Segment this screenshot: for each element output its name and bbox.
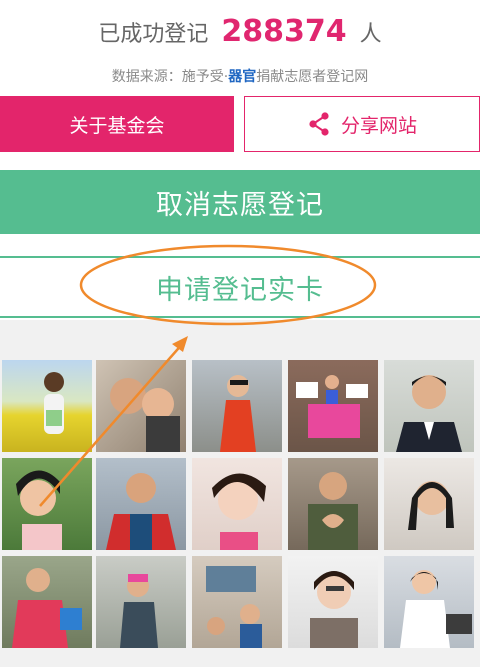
apply-card-label: 申请登记实卡 bbox=[156, 274, 324, 306]
photo-image bbox=[120, 574, 158, 648]
volunteer-photo[interactable] bbox=[96, 556, 186, 648]
photo-image bbox=[400, 570, 472, 648]
photo-image bbox=[220, 375, 256, 452]
volunteer-photo[interactable] bbox=[384, 458, 474, 550]
source-label: 数据来源： bbox=[111, 69, 182, 85]
photo-image bbox=[106, 473, 176, 550]
volunteer-photo[interactable] bbox=[384, 360, 474, 452]
about-foundation-button[interactable]: 关于基金会 bbox=[0, 96, 234, 152]
volunteer-photo[interactable] bbox=[384, 556, 474, 648]
data-source: 数据来源：施予受·器官捐献志愿者登记网 bbox=[0, 66, 480, 88]
photo-image bbox=[44, 372, 64, 434]
photo-image bbox=[16, 470, 62, 550]
volunteer-photo[interactable] bbox=[96, 458, 186, 550]
volunteer-photo[interactable] bbox=[96, 360, 186, 452]
source-highlight[interactable]: 器官 bbox=[228, 69, 256, 85]
volunteer-photo[interactable] bbox=[192, 556, 282, 648]
source-pre: 施予受· bbox=[181, 69, 229, 85]
source-post: 捐献志愿者登记网 bbox=[256, 69, 369, 85]
volunteer-photo[interactable] bbox=[192, 360, 282, 452]
photo-image bbox=[396, 375, 462, 452]
volunteer-photo[interactable] bbox=[288, 360, 378, 452]
cancel-registration-button[interactable]: 取消志愿登记 bbox=[0, 170, 480, 234]
volunteer-photo[interactable] bbox=[288, 556, 378, 648]
section-divider bbox=[0, 320, 480, 350]
photo-image bbox=[408, 481, 454, 530]
volunteer-photo[interactable] bbox=[192, 458, 282, 550]
volunteer-photo[interactable] bbox=[2, 556, 92, 648]
cancel-registration-label: 取消志愿登记 bbox=[156, 189, 324, 221]
about-foundation-label: 关于基金会 bbox=[69, 114, 165, 137]
photo-image bbox=[110, 378, 180, 452]
apply-card-button[interactable]: 申请登记实卡 bbox=[0, 256, 480, 318]
volunteer-photo[interactable] bbox=[288, 458, 378, 550]
photo-image bbox=[12, 568, 82, 648]
volunteer-photo[interactable] bbox=[2, 458, 92, 550]
registration-count-line: 已成功登记 288374 人 bbox=[0, 14, 480, 53]
share-site-button[interactable]: 分享网站 bbox=[244, 96, 480, 152]
registration-count: 288374 bbox=[221, 14, 347, 49]
photo-image bbox=[310, 571, 358, 648]
count-prefix: 已成功登记 bbox=[98, 22, 209, 47]
share-site-label: 分享网站 bbox=[340, 114, 417, 137]
volunteer-photo-grid bbox=[0, 350, 480, 667]
stats-header: 已成功登记 288374 人 bbox=[0, 0, 480, 60]
photo-image bbox=[206, 566, 262, 648]
share-icon bbox=[309, 112, 329, 136]
volunteer-photo[interactable] bbox=[2, 360, 92, 452]
photo-image bbox=[212, 473, 266, 550]
photo-image bbox=[308, 472, 358, 550]
count-suffix: 人 bbox=[359, 22, 382, 47]
photo-image bbox=[296, 375, 368, 438]
